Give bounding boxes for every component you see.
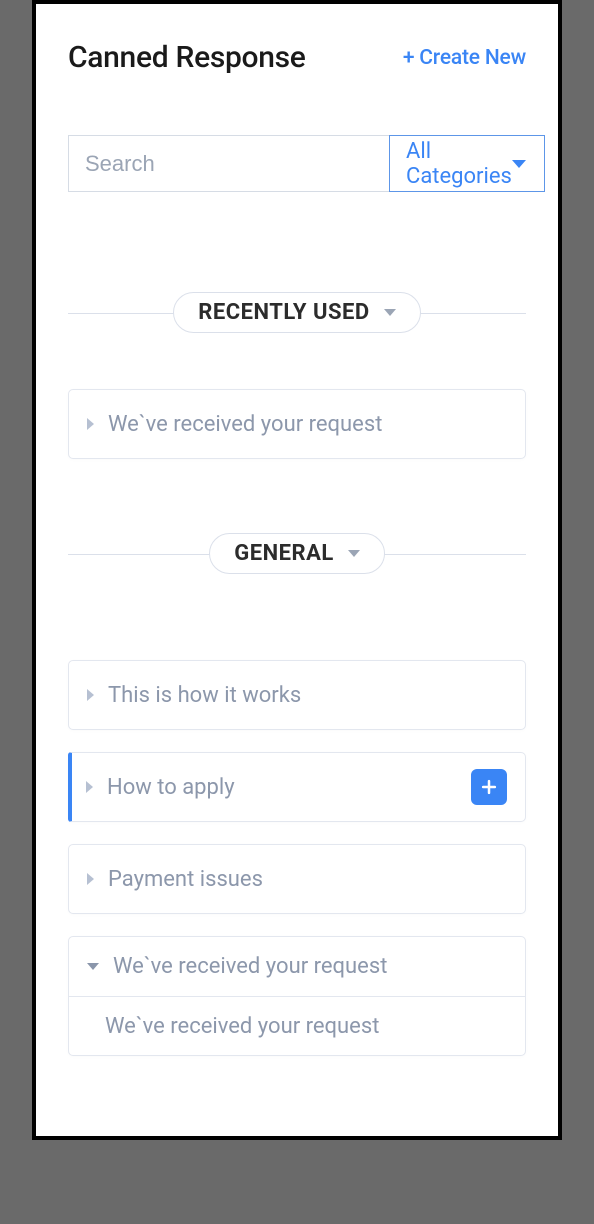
- chevron-down-icon: [384, 309, 396, 316]
- list-item[interactable]: This is how it works: [68, 660, 526, 730]
- list-item[interactable]: How to apply: [68, 752, 526, 822]
- section-divider-recently-used: RECENTLY USED: [68, 292, 526, 333]
- list-item-label: How to apply: [107, 775, 235, 800]
- section-label: GENERAL: [234, 541, 334, 566]
- list-sub-item[interactable]: We`ve received your request: [69, 997, 525, 1055]
- chevron-down-icon: [512, 160, 526, 168]
- search-input[interactable]: [68, 135, 390, 192]
- list-item[interactable]: We`ve received your request We`ve receiv…: [68, 936, 526, 1056]
- list-item-label: Payment issues: [108, 867, 263, 892]
- category-select[interactable]: All Categories: [389, 135, 545, 192]
- chevron-down-icon: [87, 963, 99, 970]
- section-divider-general: GENERAL: [68, 533, 526, 574]
- search-row: All Categories: [68, 135, 526, 192]
- list-item-label: We`ve received your request: [108, 412, 382, 437]
- panel-header: Canned Response + Create New: [68, 40, 526, 75]
- list-item-label: We`ve received your request: [113, 954, 387, 979]
- create-new-button[interactable]: + Create New: [403, 46, 526, 70]
- list-item-label: This is how it works: [108, 683, 301, 708]
- recently-used-list: We`ve received your request: [68, 389, 526, 459]
- list-item[interactable]: Payment issues: [68, 844, 526, 914]
- chevron-right-icon: [87, 689, 94, 701]
- list-item-header[interactable]: We`ve received your request: [69, 937, 525, 997]
- plus-icon: [479, 777, 499, 797]
- section-toggle-recently-used[interactable]: RECENTLY USED: [173, 292, 420, 333]
- general-list: This is how it works How to apply Paymen…: [68, 660, 526, 1056]
- page-title: Canned Response: [68, 40, 306, 75]
- section-toggle-general[interactable]: GENERAL: [209, 533, 385, 574]
- chevron-right-icon: [87, 873, 94, 885]
- canned-response-panel: Canned Response + Create New All Categor…: [32, 0, 562, 1140]
- add-button[interactable]: [471, 769, 507, 805]
- category-select-label: All Categories: [406, 139, 512, 189]
- chevron-right-icon: [86, 781, 93, 793]
- chevron-down-icon: [348, 550, 360, 557]
- list-sub-item-label: We`ve received your request: [105, 1014, 379, 1039]
- chevron-right-icon: [87, 418, 94, 430]
- section-label: RECENTLY USED: [198, 300, 369, 325]
- list-item[interactable]: We`ve received your request: [68, 389, 526, 459]
